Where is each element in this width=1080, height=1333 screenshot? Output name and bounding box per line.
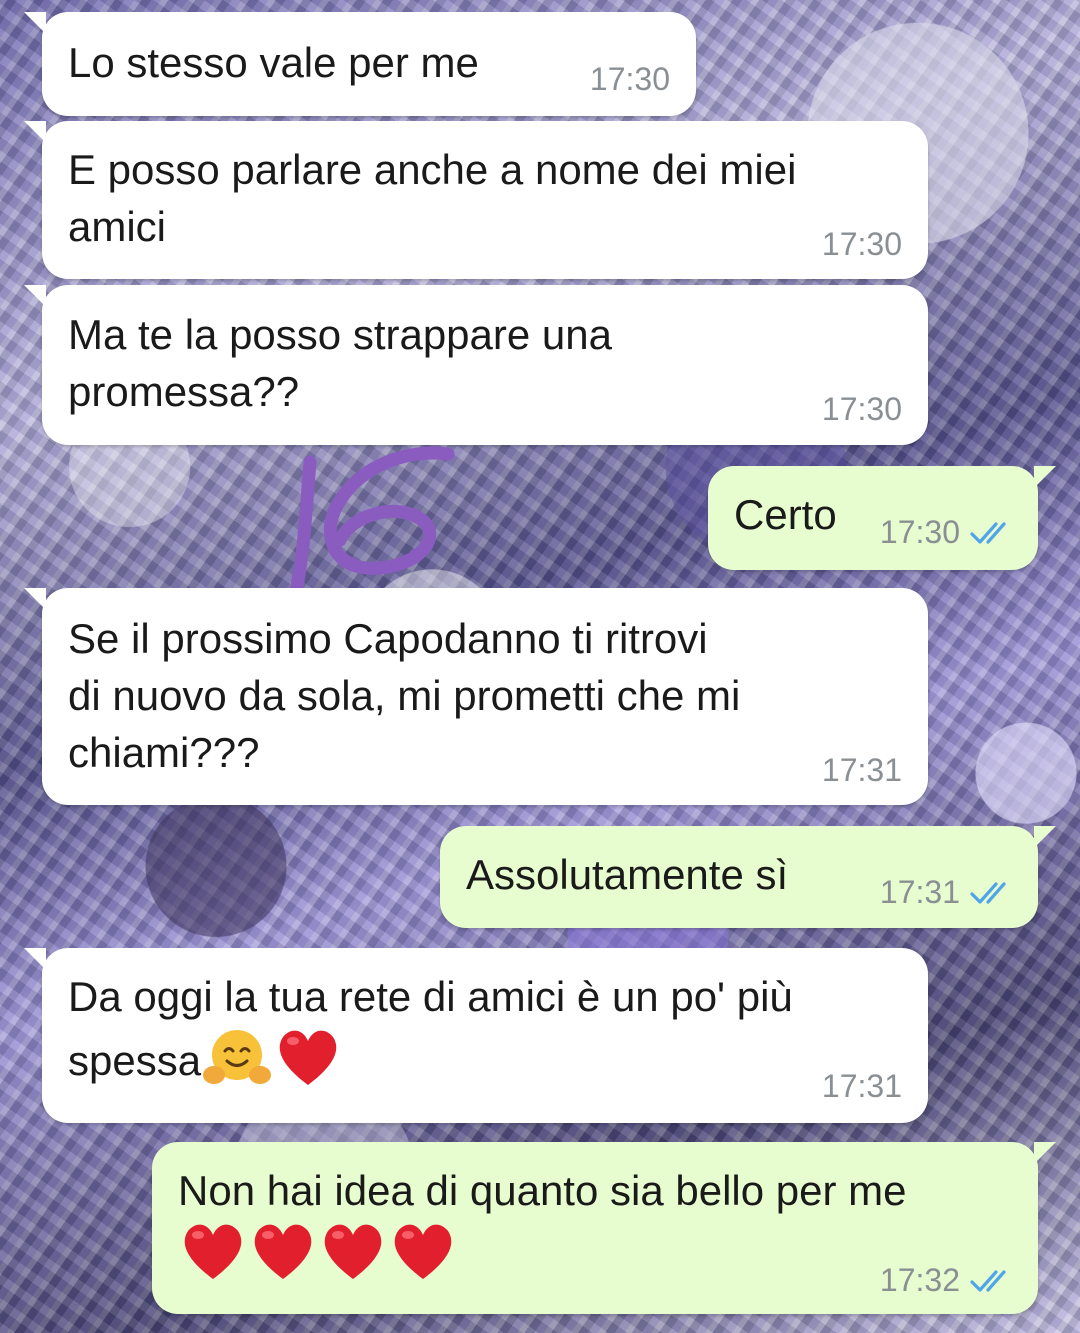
message-time: 17:30 bbox=[821, 391, 902, 427]
message-text-line: Non hai idea di quanto sia bello per me bbox=[178, 1167, 907, 1214]
incoming-message[interactable]: E posso parlare anche a nome dei miei am… bbox=[24, 121, 928, 279]
message-emoji-line bbox=[178, 1219, 906, 1285]
incoming-message[interactable]: Se il prossimo Capodanno ti ritrovi di n… bbox=[24, 588, 928, 805]
red-heart-emoji bbox=[248, 1219, 318, 1297]
handwritten-number-mark bbox=[282, 440, 462, 605]
message-text: Se il prossimo Capodanno ti ritrovi di n… bbox=[68, 615, 741, 776]
message-time: 17:30 bbox=[879, 514, 960, 550]
outgoing-message[interactable]: Certo 17:30 bbox=[708, 466, 1056, 570]
incoming-message[interactable]: Ma te la posso strappare una promessa?? … bbox=[24, 285, 928, 445]
message-text: Ma te la posso strappare una promessa?? bbox=[68, 311, 612, 415]
hugging-face-emoji bbox=[201, 1025, 273, 1103]
red-heart-emoji bbox=[318, 1219, 388, 1297]
message-text: E posso parlare anche a nome dei miei am… bbox=[68, 146, 797, 250]
message-text: Da oggi la tua rete di amici è un po' pi… bbox=[68, 968, 793, 1087]
message-time: 17:30 bbox=[821, 226, 902, 262]
red-heart-emoji bbox=[388, 1219, 458, 1297]
message-text: Assolutamente sì bbox=[466, 851, 789, 898]
outgoing-message[interactable]: Non hai idea di quanto sia bello per me … bbox=[152, 1142, 1056, 1314]
message-time: 17:31 bbox=[821, 752, 902, 788]
message-time: 17:32 bbox=[879, 1262, 960, 1298]
double-check-icon bbox=[970, 877, 1014, 913]
message-time-with-status: 17:31 bbox=[880, 874, 1014, 913]
message-text: Non hai idea di quanto sia bello per me bbox=[178, 1162, 906, 1285]
message-time: 17:30 bbox=[589, 61, 670, 97]
double-check-icon bbox=[970, 1265, 1014, 1301]
message-text: Lo stesso vale per me bbox=[68, 39, 479, 86]
message-time: 17:31 bbox=[879, 874, 960, 910]
outgoing-message[interactable]: Assolutamente sì 17:31 bbox=[440, 826, 1056, 928]
incoming-message[interactable]: Da oggi la tua rete di amici è un po' pi… bbox=[24, 948, 928, 1123]
message-time: 17:31 bbox=[821, 1068, 902, 1104]
message-time-with-status: 17:30 bbox=[880, 514, 1014, 553]
double-check-icon bbox=[970, 517, 1014, 553]
red-heart-emoji bbox=[273, 1025, 343, 1103]
message-time-with-status: 17:32 bbox=[880, 1262, 1014, 1301]
incoming-message[interactable]: Lo stesso vale per me 17:30 bbox=[24, 12, 696, 116]
message-text: Certo bbox=[734, 491, 837, 538]
message-text-line: spessa bbox=[68, 1025, 793, 1087]
message-text-line: Da oggi la tua rete di amici è un po' pi… bbox=[68, 973, 793, 1020]
message-text-fragment: spessa bbox=[68, 1037, 202, 1085]
red-heart-emoji bbox=[178, 1219, 248, 1297]
